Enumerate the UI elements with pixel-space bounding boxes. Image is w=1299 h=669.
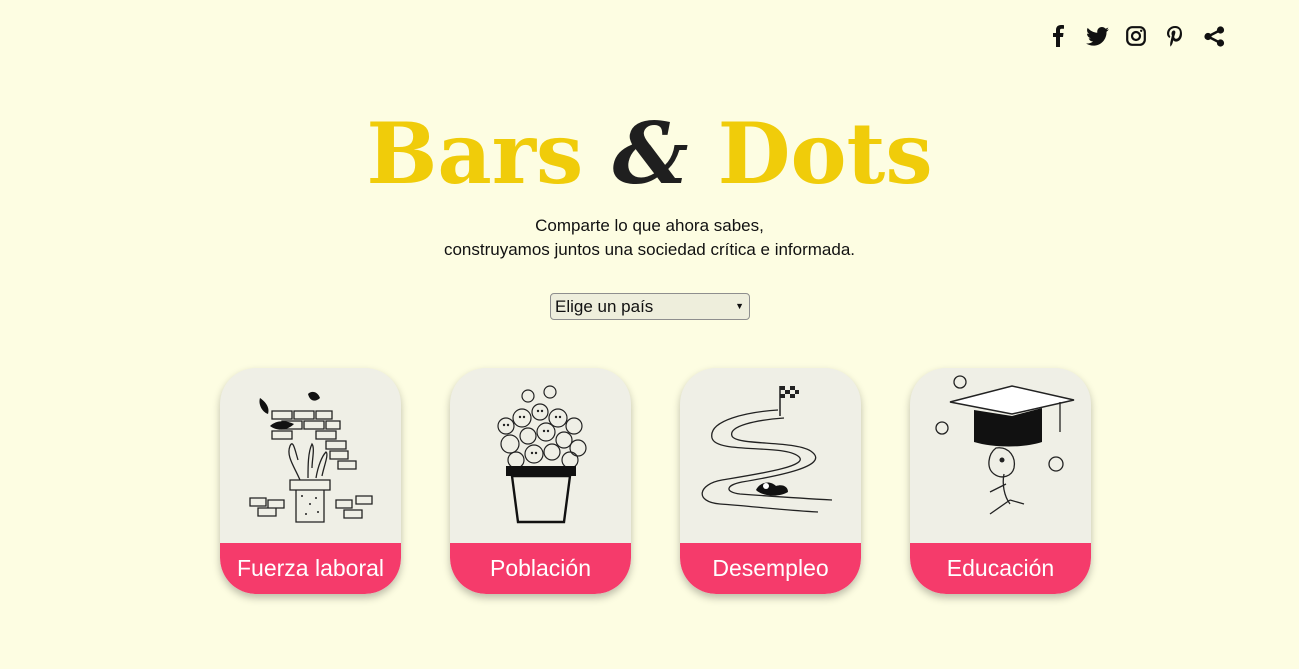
flowerpot-faces-illustration xyxy=(497,385,587,524)
facebook-icon[interactable] xyxy=(1046,24,1070,48)
title-word-bars: Bars xyxy=(366,104,584,203)
card-label: Población xyxy=(450,543,631,594)
winding-road-illustration xyxy=(701,386,833,513)
country-select-value: Elige un país xyxy=(555,296,654,316)
card-desempleo[interactable]: Desempleo xyxy=(680,368,861,594)
title-ampersand: & xyxy=(612,104,689,203)
site-title: Bars & Dots xyxy=(0,104,1299,204)
twitter-icon[interactable] xyxy=(1085,24,1109,48)
social-links xyxy=(1046,24,1226,48)
tagline-line-2: construyamos juntos una sociedad crítica… xyxy=(443,240,856,259)
pinterest-icon[interactable] xyxy=(1163,24,1187,48)
card-label: Educación xyxy=(910,543,1091,594)
dropdown-arrow-icon: ▼ xyxy=(735,301,744,311)
tagline: Comparte lo que ahora sabes, construyamo… xyxy=(0,214,1299,262)
card-label: Desempleo xyxy=(680,543,861,594)
card-educacion[interactable]: Educación xyxy=(910,368,1091,594)
hands-wall-illustration xyxy=(249,391,373,523)
tagline-line-1: Comparte lo que ahora sabes, xyxy=(535,216,764,235)
country-select[interactable]: Elige un país ▼ xyxy=(550,293,750,320)
card-fuerza-laboral[interactable]: Fuerza laboral xyxy=(220,368,401,594)
graduation-cap-illustration xyxy=(935,375,1075,515)
card-poblacion[interactable]: Población xyxy=(450,368,631,594)
category-cards: Fuerza laboral Población Desempleo Educa… xyxy=(220,368,1091,594)
share-icon[interactable] xyxy=(1202,24,1226,48)
instagram-icon[interactable] xyxy=(1124,24,1148,48)
card-label: Fuerza laboral xyxy=(220,543,401,594)
title-word-dots: Dots xyxy=(717,104,933,203)
